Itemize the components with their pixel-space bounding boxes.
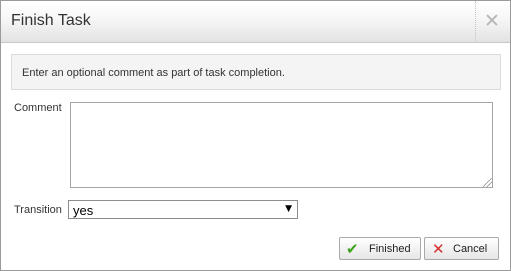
transition-select[interactable]: yes ▼ [68, 200, 298, 219]
cancel-button-label: Cancel [453, 243, 488, 255]
finished-button-label: Finished [369, 243, 411, 255]
titlebar-divider [475, 1, 476, 43]
info-text: Enter an optional comment as part of tas… [22, 67, 285, 79]
comment-label: Comment [14, 102, 62, 114]
finished-button[interactable]: ✔ Finished [339, 237, 421, 260]
x-icon: ✕ [432, 240, 445, 258]
info-panel: Enter an optional comment as part of tas… [11, 54, 501, 90]
transition-label: Transition [14, 204, 62, 216]
close-icon[interactable]: ✕ [482, 9, 502, 33]
resize-grip-icon[interactable] [483, 178, 492, 187]
transition-selected-value: yes [73, 203, 94, 218]
finish-task-dialog: Finish Task ✕ Enter an optional comment … [0, 0, 511, 271]
cancel-button[interactable]: ✕ Cancel [424, 237, 499, 260]
check-icon: ✔ [346, 240, 359, 258]
dropdown-arrow-icon: ▼ [285, 204, 292, 214]
comment-field[interactable] [70, 102, 493, 188]
dialog-title: Finish Task [11, 12, 91, 29]
dialog-titlebar: Finish Task ✕ [1, 1, 510, 43]
